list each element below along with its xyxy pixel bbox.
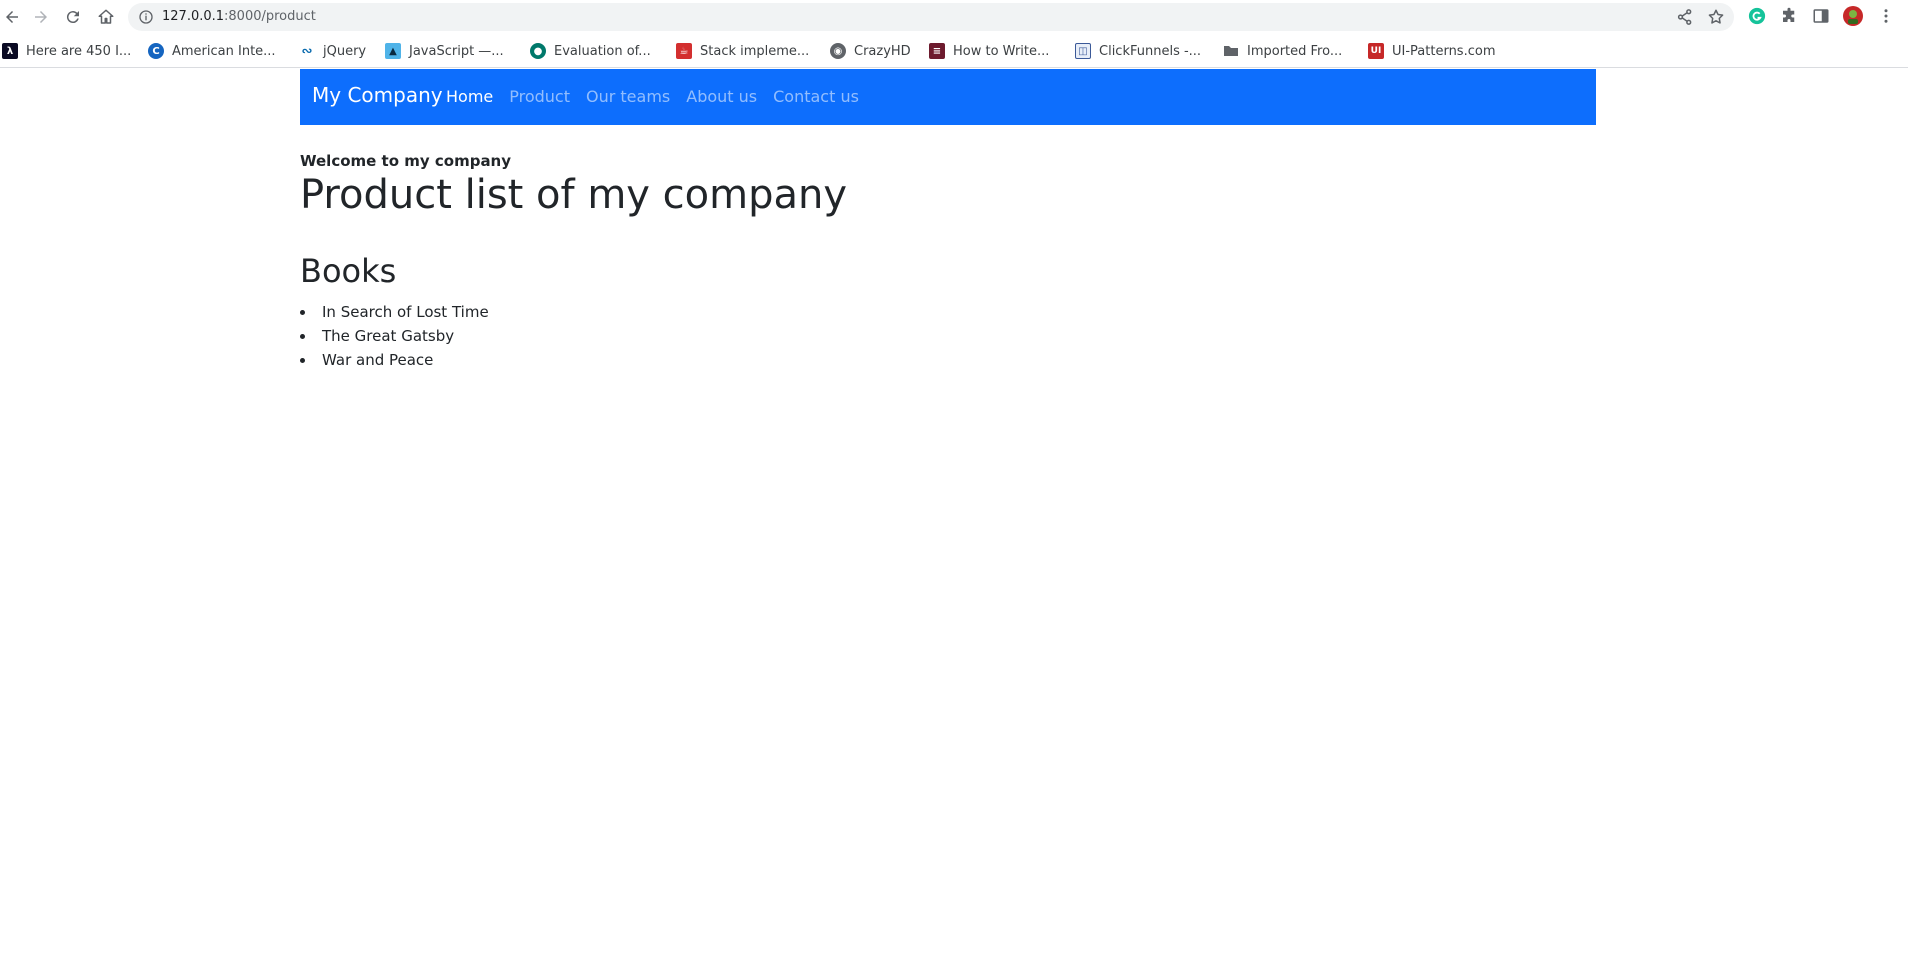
evaluation-site-icon: ● <box>530 43 546 59</box>
kebab-menu-icon <box>1884 9 1888 23</box>
bookmark-label: Here are 450 I... <box>26 43 132 59</box>
avatar-icon <box>1843 6 1863 26</box>
nav-link-about-us[interactable]: About us <box>686 87 757 106</box>
side-panel-icon[interactable] <box>1811 6 1831 26</box>
sidebar-toggle-icon <box>1813 9 1829 23</box>
home-icon <box>98 9 114 24</box>
reload-icon <box>66 11 79 24</box>
bookmark-label: JavaScript —... <box>409 43 504 59</box>
arrow-left-icon <box>6 11 18 23</box>
nav-links: Home Product Our teams About us Contact … <box>446 87 875 106</box>
bookmark-4[interactable]: ● Evaluation of... <box>530 41 651 61</box>
grammarly-icon[interactable] <box>1747 6 1767 26</box>
list-item: The Great Gatsby <box>300 324 489 348</box>
bookmark-0[interactable]: λ Here are 450 I... <box>2 41 131 61</box>
bookmark-label: Evaluation of... <box>554 43 651 59</box>
ui-patterns-icon: UI <box>1368 43 1384 59</box>
forward-button[interactable] <box>29 5 53 29</box>
browser-toolbar: 127.0.0.1:8000/product <box>0 0 1908 34</box>
clickfunnels-icon: ◫ <box>1075 43 1091 59</box>
bookmarks-bar: λ Here are 450 I... C American Inte... ∾ jQ… <box>0 34 1908 68</box>
url-text[interactable]: 127.0.0.1:8000/product <box>162 9 316 24</box>
bookmark-7[interactable]: ≡ How to Write... <box>929 41 1049 61</box>
bookmark-2[interactable]: ∾ jQuery <box>299 41 367 61</box>
stack-site-icon: ☕ <box>676 43 692 59</box>
bookmark-3[interactable]: ▲ JavaScript —... <box>385 41 504 61</box>
bookmark-label: UI-Patterns.com <box>1392 43 1496 59</box>
puzzle-icon <box>1783 7 1795 22</box>
bookmark-1[interactable]: C American Inte... <box>148 41 276 61</box>
bookmark-label: Imported Fro... <box>1247 43 1343 59</box>
bookmark-label: How to Write... <box>953 43 1050 59</box>
jquery-icon: ∾ <box>301 43 313 59</box>
bookmark-label: Stack impleme... <box>700 43 810 59</box>
c-logo-icon: C <box>148 43 164 59</box>
nav-link-our-teams[interactable]: Our teams <box>586 87 670 106</box>
bookmark-5[interactable]: ☕ Stack impleme... <box>676 41 809 61</box>
back-button[interactable] <box>0 5 24 29</box>
bookmark-9[interactable]: Imported Fro... <box>1223 41 1342 61</box>
section-title: Books <box>300 252 397 290</box>
nav-link-product[interactable]: Product <box>509 87 570 106</box>
brand-link[interactable]: My Company <box>312 83 443 107</box>
folder-icon <box>1224 46 1238 56</box>
bookmark-label: jQuery <box>323 43 367 59</box>
url-host: 127.0.0.1 <box>162 9 225 24</box>
book-list: In Search of Lost Time The Great Gatsby … <box>300 300 489 372</box>
bookmark-6[interactable]: ◉ CrazyHD <box>830 41 911 61</box>
bookmark-label: American Inte... <box>172 43 276 59</box>
address-bar[interactable]: 127.0.0.1:8000/product <box>128 3 1734 31</box>
url-path: :8000/product <box>224 9 316 24</box>
arrow-right-icon <box>35 11 47 23</box>
reload-button[interactable] <box>61 5 85 29</box>
javascript-site-icon: ▲ <box>385 43 401 59</box>
freecodecamp-icon: λ <box>2 43 18 59</box>
nav-link-home[interactable]: Home <box>446 87 493 106</box>
nav-link-contact-us[interactable]: Contact us <box>773 87 859 106</box>
info-icon[interactable] <box>138 9 154 25</box>
bookmark-label: ClickFunnels -... <box>1099 43 1202 59</box>
list-item: In Search of Lost Time <box>300 300 489 324</box>
profile-avatar[interactable] <box>1843 6 1863 26</box>
list-item: War and Peace <box>300 348 489 372</box>
extensions-icon[interactable] <box>1779 6 1799 26</box>
bookmark-label: CrazyHD <box>854 43 911 59</box>
site-navbar: My Company Home Product Our teams About … <box>300 69 1596 125</box>
page-title: Product list of my company <box>300 172 848 218</box>
star-icon[interactable] <box>1707 8 1725 26</box>
home-button[interactable] <box>94 5 118 29</box>
how-to-write-icon: ≡ <box>929 43 945 59</box>
welcome-text: Welcome to my company <box>300 152 512 170</box>
globe-icon: ◉ <box>830 43 846 59</box>
browser-menu-button[interactable] <box>1876 6 1896 26</box>
grammarly-logo-icon <box>1748 7 1766 25</box>
bookmark-10[interactable]: UI UI-Patterns.com <box>1368 41 1495 61</box>
share-icon[interactable] <box>1676 8 1694 26</box>
bookmark-8[interactable]: ◫ ClickFunnels -... <box>1075 41 1201 61</box>
